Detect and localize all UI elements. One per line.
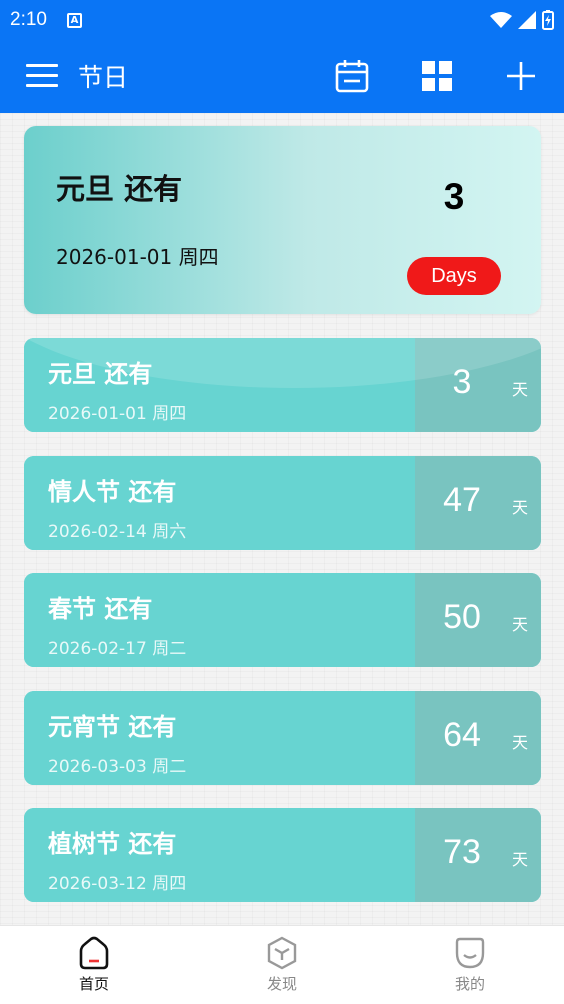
featured-card[interactable]: 元旦 还有 2026-01-01 周四 3 Days — [24, 126, 541, 314]
nav-profile[interactable]: 我的 — [410, 936, 530, 994]
plus-icon[interactable] — [503, 58, 539, 94]
bottom-nav: 首页 发现 我的 — [0, 925, 564, 1004]
nav-discover-label: 发现 — [266, 975, 297, 993]
item-date: 2026-02-14 周六 — [48, 522, 187, 542]
item-count: 50 — [443, 598, 481, 636]
nav-home[interactable]: 首页 — [34, 936, 154, 994]
signal-icon — [518, 11, 536, 29]
item-date: 2026-01-01 周四 — [48, 404, 187, 424]
menu-icon[interactable] — [26, 64, 58, 90]
nav-home-label: 首页 — [78, 975, 109, 993]
status-time: 2:10 — [10, 9, 47, 30]
featured-date: 2026-01-01 周四 — [56, 245, 219, 269]
item-date: 2026-03-12 周四 — [48, 874, 187, 894]
discover-icon — [267, 936, 297, 970]
holiday-list[interactable]: 元旦 还有 2026-01-01 周四 3 Days 元旦 还有 2026-01… — [0, 113, 564, 925]
item-title: 元旦 还有 — [48, 360, 153, 388]
calendar-icon[interactable] — [334, 58, 370, 94]
list-item[interactable]: 植树节 还有 2026-03-12 周四 73 天 — [24, 808, 541, 902]
item-date: 2026-03-03 周二 — [48, 757, 187, 777]
item-title: 元宵节 还有 — [48, 713, 177, 741]
item-date: 2026-02-17 周二 — [48, 639, 187, 659]
item-unit: 天 — [512, 380, 529, 399]
battery-icon — [542, 10, 554, 30]
app-bar: 节日 — [0, 40, 564, 113]
home-icon — [79, 936, 109, 970]
list-item[interactable]: 元宵节 还有 2026-03-03 周二 64 天 — [24, 691, 541, 785]
item-count: 47 — [443, 481, 481, 519]
item-unit: 天 — [512, 850, 529, 869]
grid-icon[interactable] — [419, 58, 455, 94]
item-title: 情人节 还有 — [48, 478, 177, 506]
nav-profile-label: 我的 — [454, 975, 485, 993]
profile-icon — [455, 937, 485, 969]
list-item[interactable]: 元旦 还有 2026-01-01 周四 3 天 — [24, 338, 541, 432]
list-item[interactable]: 情人节 还有 2026-02-14 周六 47 天 — [24, 456, 541, 550]
nav-discover[interactable]: 发现 — [222, 936, 342, 994]
item-count: 3 — [452, 363, 472, 401]
notification-badge-icon: A — [66, 12, 82, 28]
featured-title: 元旦 还有 — [56, 172, 183, 206]
item-unit: 天 — [512, 733, 529, 752]
item-title: 春节 还有 — [48, 595, 153, 623]
item-count: 73 — [443, 833, 481, 871]
wifi-icon — [490, 12, 512, 28]
featured-count: 3 — [443, 176, 465, 217]
page-title: 节日 — [78, 63, 129, 92]
item-unit: 天 — [512, 498, 529, 517]
item-unit: 天 — [512, 615, 529, 634]
item-title: 植树节 还有 — [48, 830, 177, 858]
list-item[interactable]: 春节 还有 2026-02-17 周二 50 天 — [24, 573, 541, 667]
status-bar: 2:10 A — [0, 0, 564, 40]
days-badge: Days — [407, 257, 501, 295]
item-count: 64 — [443, 716, 481, 754]
status-indicators — [490, 10, 554, 30]
